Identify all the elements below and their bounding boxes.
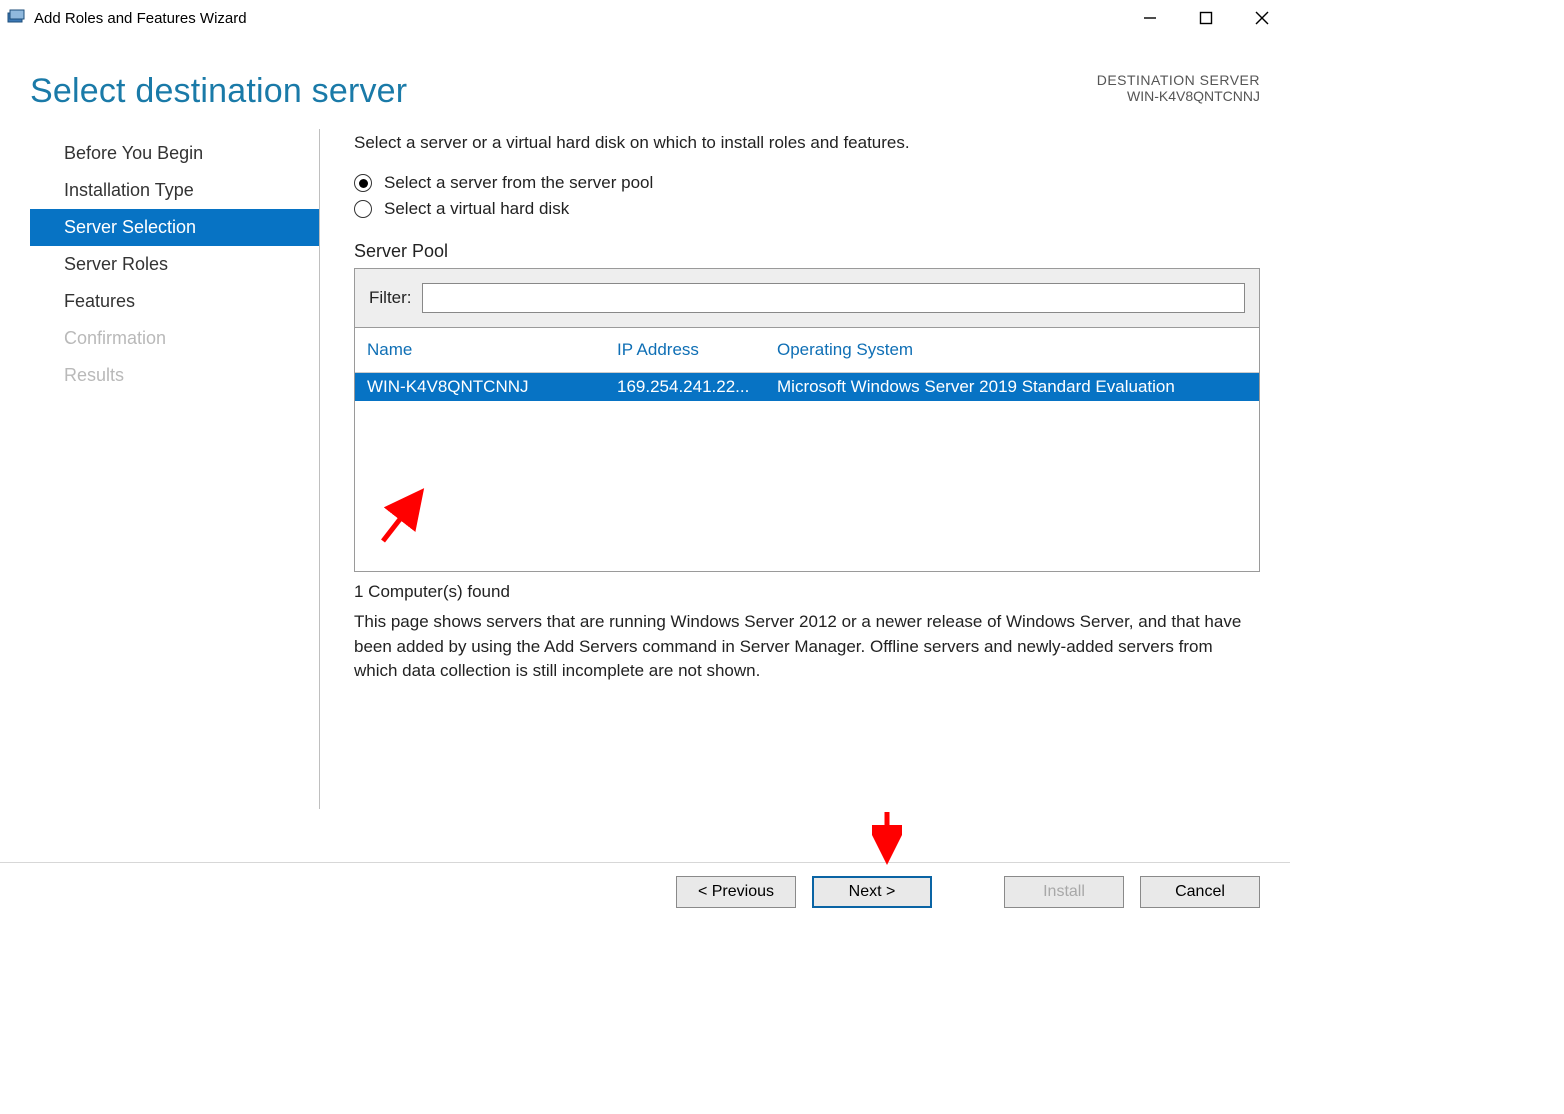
minimize-button[interactable] [1122, 0, 1178, 36]
sidebar-item-before-you-begin[interactable]: Before You Begin [30, 135, 319, 172]
server-pool-title: Server Pool [354, 241, 1260, 262]
install-button: Install [1004, 876, 1124, 908]
destination-server-box: DESTINATION SERVER WIN-K4V8QNTCNNJ [1097, 72, 1260, 104]
column-os[interactable]: Operating System [777, 340, 1233, 360]
sidebar-item-results: Results [30, 357, 319, 394]
sidebar-item-installation-type[interactable]: Installation Type [30, 172, 319, 209]
cell-name: WIN-K4V8QNTCNNJ [367, 377, 617, 397]
content-pane: Select a server or a virtual hard disk o… [320, 129, 1260, 809]
annotation-arrow-icon [872, 810, 902, 865]
column-ip[interactable]: IP Address [617, 340, 777, 360]
previous-button[interactable]: < Previous [676, 876, 796, 908]
app-icon [6, 8, 26, 28]
header: Select destination server DESTINATION SE… [0, 36, 1290, 129]
cancel-button[interactable]: Cancel [1140, 876, 1260, 908]
table-header: Name IP Address Operating System [355, 328, 1259, 373]
next-button[interactable]: Next > [812, 876, 932, 908]
server-pool-box: Filter: Name IP Address Operating System… [354, 268, 1260, 572]
table-body: WIN-K4V8QNTCNNJ 169.254.241.22... Micros… [355, 373, 1259, 571]
filter-bar: Filter: [355, 269, 1259, 328]
radio-server-pool[interactable]: Select a server from the server pool [354, 173, 1260, 193]
instruction-text: Select a server or a virtual hard disk o… [354, 133, 1260, 153]
title-bar: Add Roles and Features Wizard [0, 0, 1290, 36]
scrollbar-gutter [1233, 340, 1247, 360]
cell-os: Microsoft Windows Server 2019 Standard E… [777, 377, 1247, 397]
radio-icon [354, 174, 372, 192]
radio-icon [354, 200, 372, 218]
destination-server-name: WIN-K4V8QNTCNNJ [1097, 88, 1260, 104]
sidebar-item-features[interactable]: Features [30, 283, 319, 320]
window-title: Add Roles and Features Wizard [34, 10, 247, 27]
sidebar-item-server-roles[interactable]: Server Roles [30, 246, 319, 283]
annotation-arrow-icon [378, 486, 428, 546]
cell-ip: 169.254.241.22... [617, 377, 777, 397]
computers-found: 1 Computer(s) found [354, 582, 1260, 602]
sidebar-item-server-selection[interactable]: Server Selection [30, 209, 319, 246]
column-name[interactable]: Name [367, 340, 617, 360]
help-text: This page shows servers that are running… [354, 610, 1260, 684]
filter-label: Filter: [369, 288, 412, 308]
table-row[interactable]: WIN-K4V8QNTCNNJ 169.254.241.22... Micros… [355, 373, 1259, 401]
maximize-button[interactable] [1178, 0, 1234, 36]
filter-input[interactable] [422, 283, 1246, 313]
page-title: Select destination server [30, 72, 407, 111]
close-button[interactable] [1234, 0, 1290, 36]
destination-server-label: DESTINATION SERVER [1097, 72, 1260, 88]
sidebar-item-confirmation: Confirmation [30, 320, 319, 357]
radio-virtual-hard-disk[interactable]: Select a virtual hard disk [354, 199, 1260, 219]
wizard-sidebar: Before You Begin Installation Type Serve… [30, 129, 320, 809]
radio-label: Select a server from the server pool [384, 173, 653, 193]
wizard-footer: < Previous Next > Install Cancel [0, 862, 1290, 920]
radio-label: Select a virtual hard disk [384, 199, 569, 219]
